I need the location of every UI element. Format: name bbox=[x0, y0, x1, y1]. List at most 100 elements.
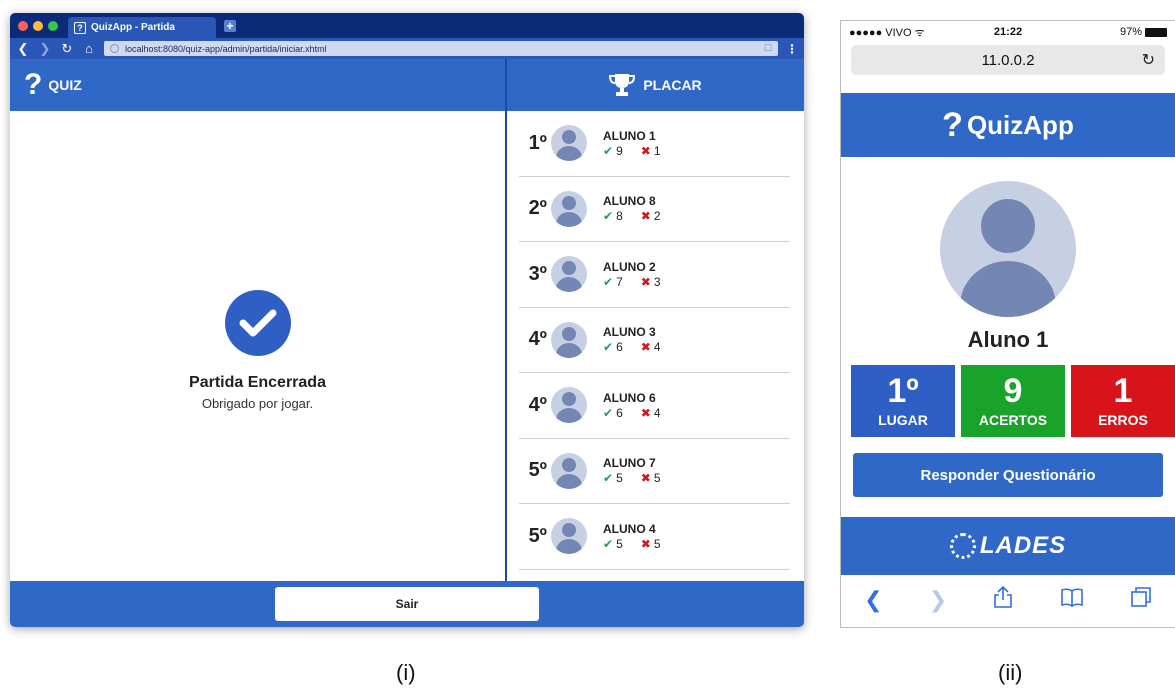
back-arrow-icon[interactable]: ❮ bbox=[16, 38, 30, 59]
player-stats: ✔ 9 ✖ 1 bbox=[603, 144, 661, 158]
forward-arrow-icon[interactable]: ❯ bbox=[929, 587, 947, 613]
check-icon: ✔ bbox=[603, 340, 614, 355]
wrong-count-value: 3 bbox=[653, 274, 661, 289]
scoreboard-row: 4º ALUNO 6 ✔ 6 ✖ 4 bbox=[519, 373, 790, 439]
carrier-signal: ●●●●● VIVO ᯤ bbox=[849, 26, 925, 39]
close-window-button[interactable] bbox=[18, 21, 28, 31]
rank-position: 5º bbox=[528, 459, 547, 482]
player-info: ALUNO 8 ✔ 8 ✖ 2 bbox=[603, 194, 661, 223]
wrong-count-value: 2 bbox=[653, 209, 661, 224]
place-value: 1º bbox=[887, 372, 919, 410]
minimize-window-button[interactable] bbox=[33, 21, 43, 31]
scoreboard-panel: PLACAR 1º ALUNO 1 ✔ 9 ✖ 1 2º ALUNO 8 ✔ 8 ✖ 2 3º ALUNO… bbox=[507, 59, 804, 581]
player-avatar bbox=[551, 256, 587, 293]
reload-icon[interactable]: ↻ bbox=[1142, 50, 1155, 70]
check-icon: ✔ bbox=[603, 274, 614, 289]
student-name: Aluno 1 bbox=[967, 327, 1049, 352]
wrong-label: ERROS bbox=[1098, 412, 1148, 428]
avatar-body bbox=[960, 261, 1056, 317]
ios-status-bar: ●●●●● VIVO ᯤ 21:22 97% bbox=[841, 21, 1175, 43]
maximize-window-button[interactable] bbox=[48, 21, 58, 31]
back-arrow-icon[interactable]: ❮ bbox=[864, 587, 882, 613]
place-label: LUGAR bbox=[878, 412, 928, 428]
bookmark-icon[interactable]: ☐ bbox=[764, 43, 772, 54]
correct-count-value: 7 bbox=[616, 274, 623, 289]
player-avatar bbox=[551, 387, 587, 424]
player-name: ALUNO 7 bbox=[603, 456, 656, 471]
caption-ii: (ii) bbox=[998, 660, 1023, 685]
wrong-count: ✖ 1 bbox=[641, 144, 661, 158]
battery-percent: 97% bbox=[1119, 26, 1142, 38]
address-bar[interactable]: localhost:8080/quiz-app/admin/partida/in… bbox=[104, 41, 778, 56]
avatar-body bbox=[556, 211, 582, 227]
player-avatar bbox=[551, 518, 587, 555]
browser-menu-icon[interactable]: ⋮ bbox=[786, 42, 798, 56]
lades-logo-icon bbox=[949, 533, 976, 559]
player-info: ALUNO 7 ✔ 5 ✖ 5 bbox=[603, 456, 661, 485]
cross-icon: ✖ bbox=[640, 143, 651, 158]
correct-count: ✔ 6 bbox=[603, 406, 623, 420]
correct-count-value: 6 bbox=[616, 340, 623, 355]
correct-count-value: 9 bbox=[616, 143, 623, 158]
match-ended-subtitle: Obrigado por jogar. bbox=[201, 395, 314, 411]
avatar-head bbox=[562, 326, 576, 341]
tabs-icon[interactable] bbox=[1130, 586, 1152, 614]
player-info: ALUNO 1 ✔ 9 ✖ 1 bbox=[603, 129, 661, 158]
trophy-icon bbox=[609, 74, 636, 96]
avatar-body bbox=[556, 408, 582, 424]
wrong-count: ✖ 4 bbox=[641, 406, 661, 420]
mobile-url-text: 11.0.0.2 bbox=[981, 51, 1035, 69]
player-name: ALUNO 4 bbox=[603, 521, 656, 536]
battery-icon bbox=[1145, 27, 1167, 37]
place-box: 1º LUGAR bbox=[851, 365, 955, 437]
avatar-head bbox=[562, 130, 576, 145]
player-stats: ✔ 8 ✖ 2 bbox=[603, 209, 661, 223]
scoreboard-row: 3º ALUNO 2 ✔ 7 ✖ 3 bbox=[519, 242, 790, 308]
rank-position: 4º bbox=[528, 393, 547, 416]
wrong-count-value: 5 bbox=[653, 471, 661, 486]
reload-icon[interactable]: ↻ bbox=[60, 38, 74, 59]
avatar-body bbox=[556, 342, 582, 358]
scoreboard-header: PLACAR bbox=[507, 59, 804, 111]
player-avatar bbox=[551, 452, 587, 489]
wrong-count-value: 5 bbox=[653, 536, 661, 551]
correct-count-value: 8 bbox=[616, 209, 623, 224]
check-icon: ✔ bbox=[603, 536, 614, 551]
player-name: ALUNO 2 bbox=[603, 259, 656, 274]
share-icon[interactable] bbox=[993, 585, 1013, 615]
question-favicon-icon: ? bbox=[74, 21, 86, 34]
avatar-body bbox=[556, 473, 582, 489]
mobile-address-bar[interactable]: 11.0.0.2 ↻ bbox=[851, 45, 1165, 75]
player-info: ALUNO 6 ✔ 6 ✖ 4 bbox=[603, 391, 661, 420]
cross-icon: ✖ bbox=[640, 340, 651, 355]
check-icon: ✔ bbox=[603, 471, 614, 486]
screenshot-canvas: ? QuizApp - Partida + ❮ ❯ ↻ ⌂ localhost:… bbox=[0, 0, 1175, 699]
correct-count: ✔ 8 bbox=[603, 209, 623, 223]
player-stats: ✔ 6 ✖ 4 bbox=[603, 340, 661, 354]
scoreboard-row: 2º ALUNO 8 ✔ 8 ✖ 2 bbox=[519, 177, 790, 242]
correct-box: 9 ACERTOS bbox=[961, 365, 1065, 437]
new-tab-button[interactable]: + bbox=[224, 20, 236, 32]
player-name: ALUNO 6 bbox=[603, 390, 656, 405]
quiz-header: ? QUIZ bbox=[10, 59, 505, 111]
wrong-value: 1 bbox=[1113, 372, 1133, 410]
app-title: QuizApp bbox=[966, 109, 1074, 140]
exit-button[interactable]: Sair bbox=[275, 587, 539, 621]
forward-arrow-icon[interactable]: ❯ bbox=[38, 38, 52, 59]
answer-questionnaire-button[interactable]: Responder Questionário bbox=[853, 453, 1163, 497]
player-stats: ✔ 5 ✖ 5 bbox=[603, 537, 661, 551]
wrong-count: ✖ 2 bbox=[641, 209, 661, 223]
correct-count: ✔ 7 bbox=[603, 275, 623, 289]
check-icon: ✔ bbox=[603, 405, 614, 420]
home-icon[interactable]: ⌂ bbox=[82, 38, 96, 59]
page-info-icon[interactable] bbox=[110, 44, 119, 53]
browser-tab[interactable]: ? QuizApp - Partida bbox=[68, 17, 216, 38]
result-boxes: 1º LUGAR 9 ACERTOS 1 ERROS bbox=[841, 365, 1175, 437]
browser-titlebar: ? QuizApp - Partida + bbox=[10, 13, 804, 38]
scoreboard-header-label: PLACAR bbox=[643, 77, 702, 93]
avatar-head bbox=[562, 195, 576, 210]
cross-icon: ✖ bbox=[640, 536, 651, 551]
quiz-header-label: QUIZ bbox=[48, 77, 82, 93]
bookmarks-icon[interactable] bbox=[1060, 587, 1084, 613]
rank-position: 2º bbox=[528, 197, 547, 220]
